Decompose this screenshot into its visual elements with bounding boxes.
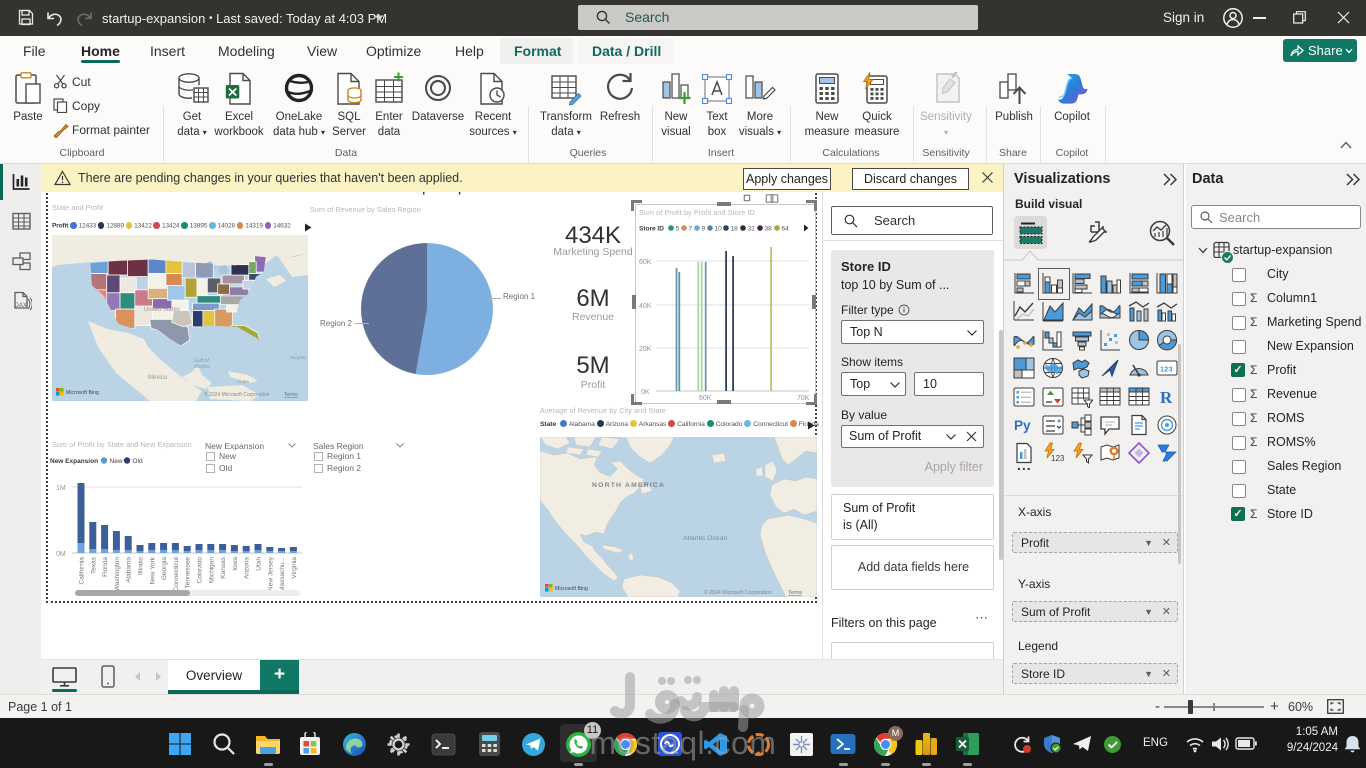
svg-text:Py: Py [1014,418,1031,433]
svg-text:123: 123 [1051,454,1064,463]
svg-text:Texas: Texas [90,556,97,574]
svg-text:New Jersey: New Jersey [267,556,274,591]
svg-text:Florida: Florida [102,557,109,577]
svg-text:64: 64 [782,226,790,233]
svg-text:R: R [1160,388,1173,407]
svg-text:Terms: Terms [788,590,803,596]
svg-text:California: California [79,557,86,585]
svg-text:Store ID: Store ID [639,226,664,233]
svg-text:NORTH AMERICA: NORTH AMERICA [592,482,665,489]
svg-text:New: New [110,458,123,465]
svg-text:Massachu...: Massachu... [279,557,286,592]
svg-text:Tennessee: Tennessee [185,557,192,589]
svg-text:Illinois: Illinois [138,556,145,575]
svg-text:7: 7 [689,226,693,233]
svg-text:Sargass: Sargass [290,355,307,360]
svg-text:© 2024 Microsoft Corporation: © 2024 Microsoft Corporation [204,391,270,398]
svg-text:38: 38 [765,226,773,233]
svg-text:Washington: Washington [114,557,121,591]
svg-text:0M: 0M [56,551,66,558]
svg-text:40K: 40K [639,303,652,310]
svg-text:123: 123 [1160,365,1173,374]
svg-text:Mexico: Mexico [148,375,168,381]
svg-text:5: 5 [676,226,680,233]
svg-text:DAX: DAX [15,303,27,309]
svg-text:32: 32 [748,226,756,233]
svg-text:Michigan: Michigan [208,557,215,583]
svg-text:New York: New York [149,556,156,584]
svg-text:Microsoft Bing: Microsoft Bing [66,390,99,396]
svg-text:Old: Old [133,458,144,465]
svg-text:United States: United States [144,307,180,313]
svg-text:10: 10 [715,226,723,233]
svg-text:Mexico: Mexico [194,364,210,370]
svg-text:© 2024 Microsoft Corporation: © 2024 Microsoft Corporation [704,589,772,596]
svg-text:Sum of Profit by Profit and St: Sum of Profit by Profit and Store ID [639,208,755,217]
svg-text:0K: 0K [641,389,650,396]
svg-text:Cuba: Cuba [238,379,249,384]
svg-text:New Expansion: New Expansion [50,458,98,465]
svg-text:Kansas: Kansas [220,556,227,578]
svg-text:Iowa: Iowa [232,557,239,571]
svg-text:Utah: Utah [256,557,263,571]
svg-text:Terms: Terms [284,392,298,398]
svg-text:60K: 60K [699,395,712,402]
svg-text:Arizona: Arizona [244,557,251,579]
svg-text:Alabama: Alabama [126,557,133,583]
svg-text:9: 9 [702,226,706,233]
svg-text:Colorado: Colorado [197,557,204,584]
svg-text:18: 18 [731,226,739,233]
svg-text:Atlantic Ocean: Atlantic Ocean [683,535,727,542]
svg-text:60K: 60K [639,259,652,266]
svg-text:1M: 1M [56,485,66,492]
svg-text:Virginia: Virginia [291,557,298,579]
svg-text:Sum of Profit by State and New: Sum of Profit by State and New Expansion [52,440,192,449]
svg-text:20K: 20K [639,346,652,353]
svg-text:Connecticut: Connecticut [173,557,180,592]
svg-text:Microsoft Bing: Microsoft Bing [555,586,588,592]
svg-text:Georgia: Georgia [161,557,168,581]
